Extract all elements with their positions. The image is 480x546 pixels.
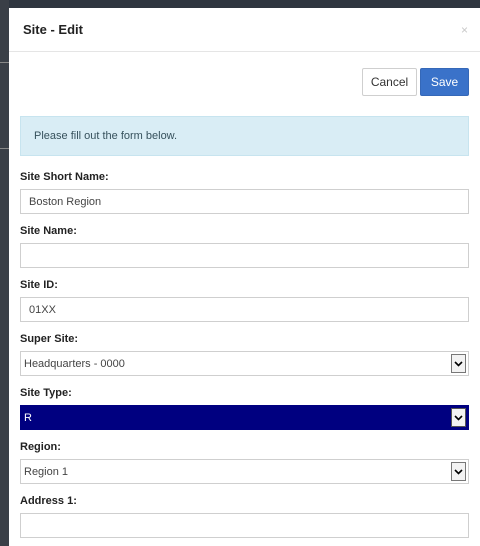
close-icon[interactable]: × (461, 23, 470, 37)
site-id-label: Site ID: (20, 279, 58, 291)
site-id-value: 01XX (29, 303, 56, 316)
site-short-name-label: Site Short Name: (20, 171, 109, 183)
cancel-button[interactable]: Cancel (362, 68, 417, 96)
site-type-select[interactable]: R (20, 405, 469, 430)
chevron-down-icon[interactable] (451, 354, 466, 373)
site-short-name-input[interactable]: Boston Region (20, 189, 469, 214)
address1-input[interactable] (20, 513, 469, 538)
info-alert-message: Please fill out the form below. (34, 130, 178, 142)
region-label: Region: (20, 441, 61, 453)
field-site-short-name: Site Short Name: Boston Region (20, 171, 469, 214)
backdrop-notch (0, 148, 9, 149)
chevron-down-icon[interactable] (451, 408, 466, 427)
dialog-header: Site - Edit × (9, 8, 480, 52)
form-content: Please fill out the form below. Site Sho… (9, 116, 480, 538)
backdrop-left (0, 0, 9, 546)
site-id-input[interactable]: 01XX (20, 297, 469, 322)
site-type-label: Site Type: (20, 387, 72, 399)
dialog-title: Site - Edit (23, 22, 83, 37)
region-value: Region 1 (24, 465, 69, 478)
field-address1: Address 1: (20, 495, 469, 538)
super-site-value: Headquarters - 0000 (24, 357, 125, 370)
region-select[interactable]: Region 1 (20, 459, 469, 484)
field-region: Region: Region 1 (20, 441, 469, 484)
site-type-value: R (24, 411, 32, 424)
site-short-name-value: Boston Region (29, 195, 102, 208)
super-site-select[interactable]: Headquarters - 0000 (20, 351, 469, 376)
field-super-site: Super Site: Headquarters - 0000 (20, 333, 469, 376)
field-site-id: Site ID: 01XX (20, 279, 469, 322)
info-alert: Please fill out the form below. (20, 116, 469, 156)
backdrop-notch (0, 62, 9, 63)
field-site-type: Site Type: R (20, 387, 469, 430)
chevron-down-icon[interactable] (451, 462, 466, 481)
site-name-label: Site Name: (20, 225, 77, 237)
address1-label: Address 1: (20, 495, 77, 507)
save-button[interactable]: Save (420, 68, 469, 96)
site-name-input[interactable] (20, 243, 469, 268)
site-edit-dialog: Site - Edit × Cancel Save Please fill ou… (9, 8, 480, 546)
dialog-toolbar: Cancel Save (9, 52, 480, 108)
super-site-label: Super Site: (20, 333, 79, 345)
backdrop-top (0, 0, 480, 8)
field-site-name: Site Name: (20, 225, 469, 268)
